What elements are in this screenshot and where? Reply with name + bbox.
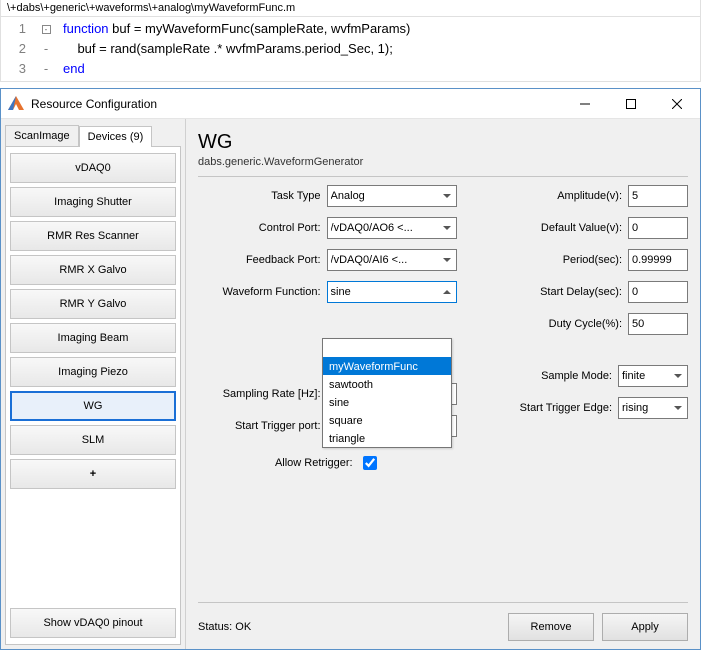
- task-type-select[interactable]: Analog: [327, 185, 457, 207]
- sidebar-item-rmr-res-scanner[interactable]: RMR Res Scanner: [10, 221, 176, 251]
- default-value-input[interactable]: [628, 217, 688, 239]
- label-amplitude: Amplitude(v):: [473, 190, 624, 202]
- label-period: Period(sec):: [473, 254, 624, 266]
- editor-filepath: \+dabs\+generic\+waveforms\+analog\myWav…: [1, 0, 700, 17]
- feedback-port-select[interactable]: /vDAQ0/AI6 <...: [327, 249, 457, 271]
- allow-retrigger-checkbox[interactable]: [363, 456, 377, 470]
- window-title: Resource Configuration: [31, 97, 562, 111]
- show-pinout-button[interactable]: Show vDAQ0 pinout: [10, 608, 176, 638]
- matlab-icon: [7, 95, 25, 113]
- amplitude-input[interactable]: [628, 185, 688, 207]
- start-delay-input[interactable]: [628, 281, 688, 303]
- sidebar-item-rmr-y-galvo[interactable]: RMR Y Galvo: [10, 289, 176, 319]
- editor-code[interactable]: function buf = myWaveformFunc(sampleRate…: [61, 17, 412, 81]
- apply-button[interactable]: Apply: [602, 613, 688, 641]
- sample-mode-select[interactable]: finite: [618, 365, 688, 387]
- waveform-function-dropdown[interactable]: myWaveformFunc sawtooth sine square tria…: [322, 338, 452, 448]
- label-start-delay: Start Delay(sec):: [473, 286, 624, 298]
- sidebar-item-imaging-shutter[interactable]: Imaging Shutter: [10, 187, 176, 217]
- label-allow-retrigger: Allow Retrigger:: [275, 457, 355, 469]
- sidebar-item-rmr-x-galvo[interactable]: RMR X Galvo: [10, 255, 176, 285]
- panel-title: WG: [198, 131, 688, 154]
- titlebar[interactable]: Resource Configuration: [1, 89, 700, 119]
- editor-pane: \+dabs\+generic\+waveforms\+analog\myWav…: [0, 0, 701, 82]
- label-default-value: Default Value(v):: [473, 222, 624, 234]
- period-input[interactable]: [628, 249, 688, 271]
- dropdown-item-sawtooth[interactable]: sawtooth: [323, 375, 451, 393]
- sidebar-item-slm[interactable]: SLM: [10, 425, 176, 455]
- sidebar-item-imaging-piezo[interactable]: Imaging Piezo: [10, 357, 176, 387]
- control-port-select[interactable]: /vDAQ0/AO6 <...: [327, 217, 457, 239]
- status-text: Status: OK: [198, 621, 500, 633]
- dropdown-item-mywaveformfunc[interactable]: myWaveformFunc: [323, 357, 451, 375]
- label-task-type: Task Type: [198, 190, 323, 202]
- fold-toggle-icon[interactable]: -: [42, 25, 51, 34]
- editor-fold-column: - - -: [31, 17, 61, 81]
- sidebar-item-vdaq0[interactable]: vDAQ0: [10, 153, 176, 183]
- label-waveform-function: Waveform Function:: [198, 286, 323, 298]
- sidebar-tabs: ScanImage Devices (9): [1, 119, 185, 146]
- sidebar-item-wg[interactable]: WG: [10, 391, 176, 421]
- waveform-function-select[interactable]: sine: [327, 281, 457, 303]
- maximize-button[interactable]: [608, 89, 654, 119]
- label-sample-mode: Sample Mode:: [473, 370, 614, 382]
- label-start-trigger-edge: Start Trigger Edge:: [473, 402, 614, 414]
- duty-cycle-input[interactable]: [628, 313, 688, 335]
- resource-config-window: Resource Configuration ScanImage Devices…: [0, 88, 701, 650]
- label-sampling-rate: Sampling Rate [Hz]:: [198, 388, 323, 400]
- tab-devices[interactable]: Devices (9): [79, 126, 153, 147]
- tab-scanimage[interactable]: ScanImage: [5, 125, 79, 146]
- add-device-button[interactable]: +: [10, 459, 176, 489]
- label-control-port: Control Port:: [198, 222, 323, 234]
- device-panel: WG dabs.generic.WaveformGenerator Task T…: [186, 119, 700, 649]
- panel-subtitle: dabs.generic.WaveformGenerator: [198, 156, 688, 177]
- dropdown-item-triangle[interactable]: triangle: [323, 429, 451, 447]
- label-duty-cycle: Duty Cycle(%):: [473, 318, 624, 330]
- remove-button[interactable]: Remove: [508, 613, 594, 641]
- device-list: vDAQ0 Imaging Shutter RMR Res Scanner RM…: [5, 146, 181, 645]
- sidebar-item-imaging-beam[interactable]: Imaging Beam: [10, 323, 176, 353]
- close-button[interactable]: [654, 89, 700, 119]
- editor-gutter: 1 2 3: [1, 17, 31, 81]
- label-start-trigger-port: Start Trigger port:: [198, 420, 323, 432]
- label-feedback-port: Feedback Port:: [198, 254, 323, 266]
- dropdown-item-square[interactable]: square: [323, 411, 451, 429]
- minimize-button[interactable]: [562, 89, 608, 119]
- dropdown-item-sine[interactable]: sine: [323, 393, 451, 411]
- start-trigger-edge-select[interactable]: rising: [618, 397, 688, 419]
